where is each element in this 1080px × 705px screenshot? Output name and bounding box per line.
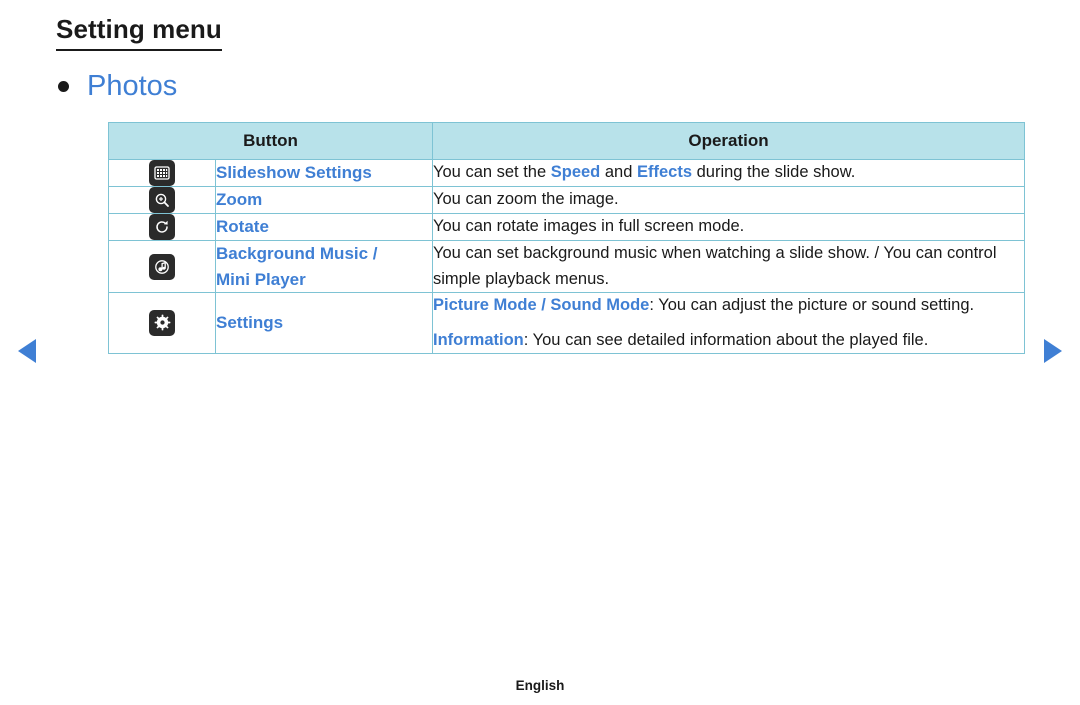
table-header-row: Button Operation [107,122,1026,160]
table-row: Slideshow Settings You can set the Speed… [108,159,1026,187]
button-icon-cell [108,292,216,355]
section-heading: Photos [58,70,177,103]
page-title: Setting menu [56,14,222,51]
operation-text-part: : You can adjust the picture or sound se… [649,296,975,315]
operation-text-part: Effects [636,163,693,182]
slideshow-settings-icon [149,160,175,186]
operation-text-part: Picture Mode / Sound Mode [433,296,650,315]
operation-text-part: and [600,163,637,182]
button-icon-cell [108,213,216,241]
button-name-cell: Slideshow Settings [214,159,434,187]
zoom-icon [149,187,175,213]
button-name-cell: Background Music / Mini Player [214,239,434,294]
operation-table-container: Button Operation Slideshow Settings You … [107,122,1026,355]
next-page-arrow[interactable] [1044,339,1062,363]
settings-gear-icon [149,309,175,336]
operation-cell: You can rotate images in full screen mod… [432,213,1026,241]
operation-text-part: You can set the [433,163,551,182]
button-name-cell: Settings [214,292,434,355]
operation-text-part: You can rotate images in full screen mod… [433,217,745,236]
operation-text-part: You can zoom the image. [433,190,619,209]
previous-page-arrow[interactable] [18,339,36,363]
left-edge-strip [0,0,4,705]
button-icon-cell [108,239,216,294]
operation-table: Button Operation Slideshow Settings You … [107,122,1026,355]
button-name-cell: Zoom [214,186,434,214]
operation-text-part: during the slide show. [692,163,856,182]
table-row: Settings Picture Mode / Sound Mode: You … [108,292,1026,355]
operation-paragraph: Picture Mode / Sound Mode: You can adjus… [433,293,1024,319]
background-music-icon [149,253,175,280]
section-heading-label: Photos [87,70,178,102]
operation-text-part: You can set background music when watchi… [433,244,997,288]
operation-text-part: Information [433,330,524,349]
operation-paragraph: Information: You can see detailed inform… [433,328,1024,354]
rotate-icon [149,214,175,240]
button-name-line: Mini Player [216,269,306,289]
button-name-cell: Rotate [214,213,434,241]
operation-text-part: : You can see detailed information about… [523,330,929,349]
table-header-button: Button [107,122,434,160]
bullet-icon [58,81,69,92]
table-row: Rotate You can rotate images in full scr… [108,213,1026,241]
table-row: Background Music / Mini Player You can s… [108,239,1026,294]
operation-text-part: Speed [550,163,601,182]
button-icon-cell [108,159,216,187]
button-icon-cell [108,186,216,214]
operation-cell: You can set background music when watchi… [432,239,1026,294]
table-row: Zoom You can zoom the image. [108,186,1026,214]
operation-cell: You can zoom the image. [432,186,1026,214]
operation-cell: Picture Mode / Sound Mode: You can adjus… [432,292,1026,355]
operation-cell: You can set the Speed and Effects during… [432,159,1026,187]
table-header-operation: Operation [432,122,1026,160]
button-name-line: Background Music / [216,244,378,264]
footer-language-label: English [515,678,565,693]
